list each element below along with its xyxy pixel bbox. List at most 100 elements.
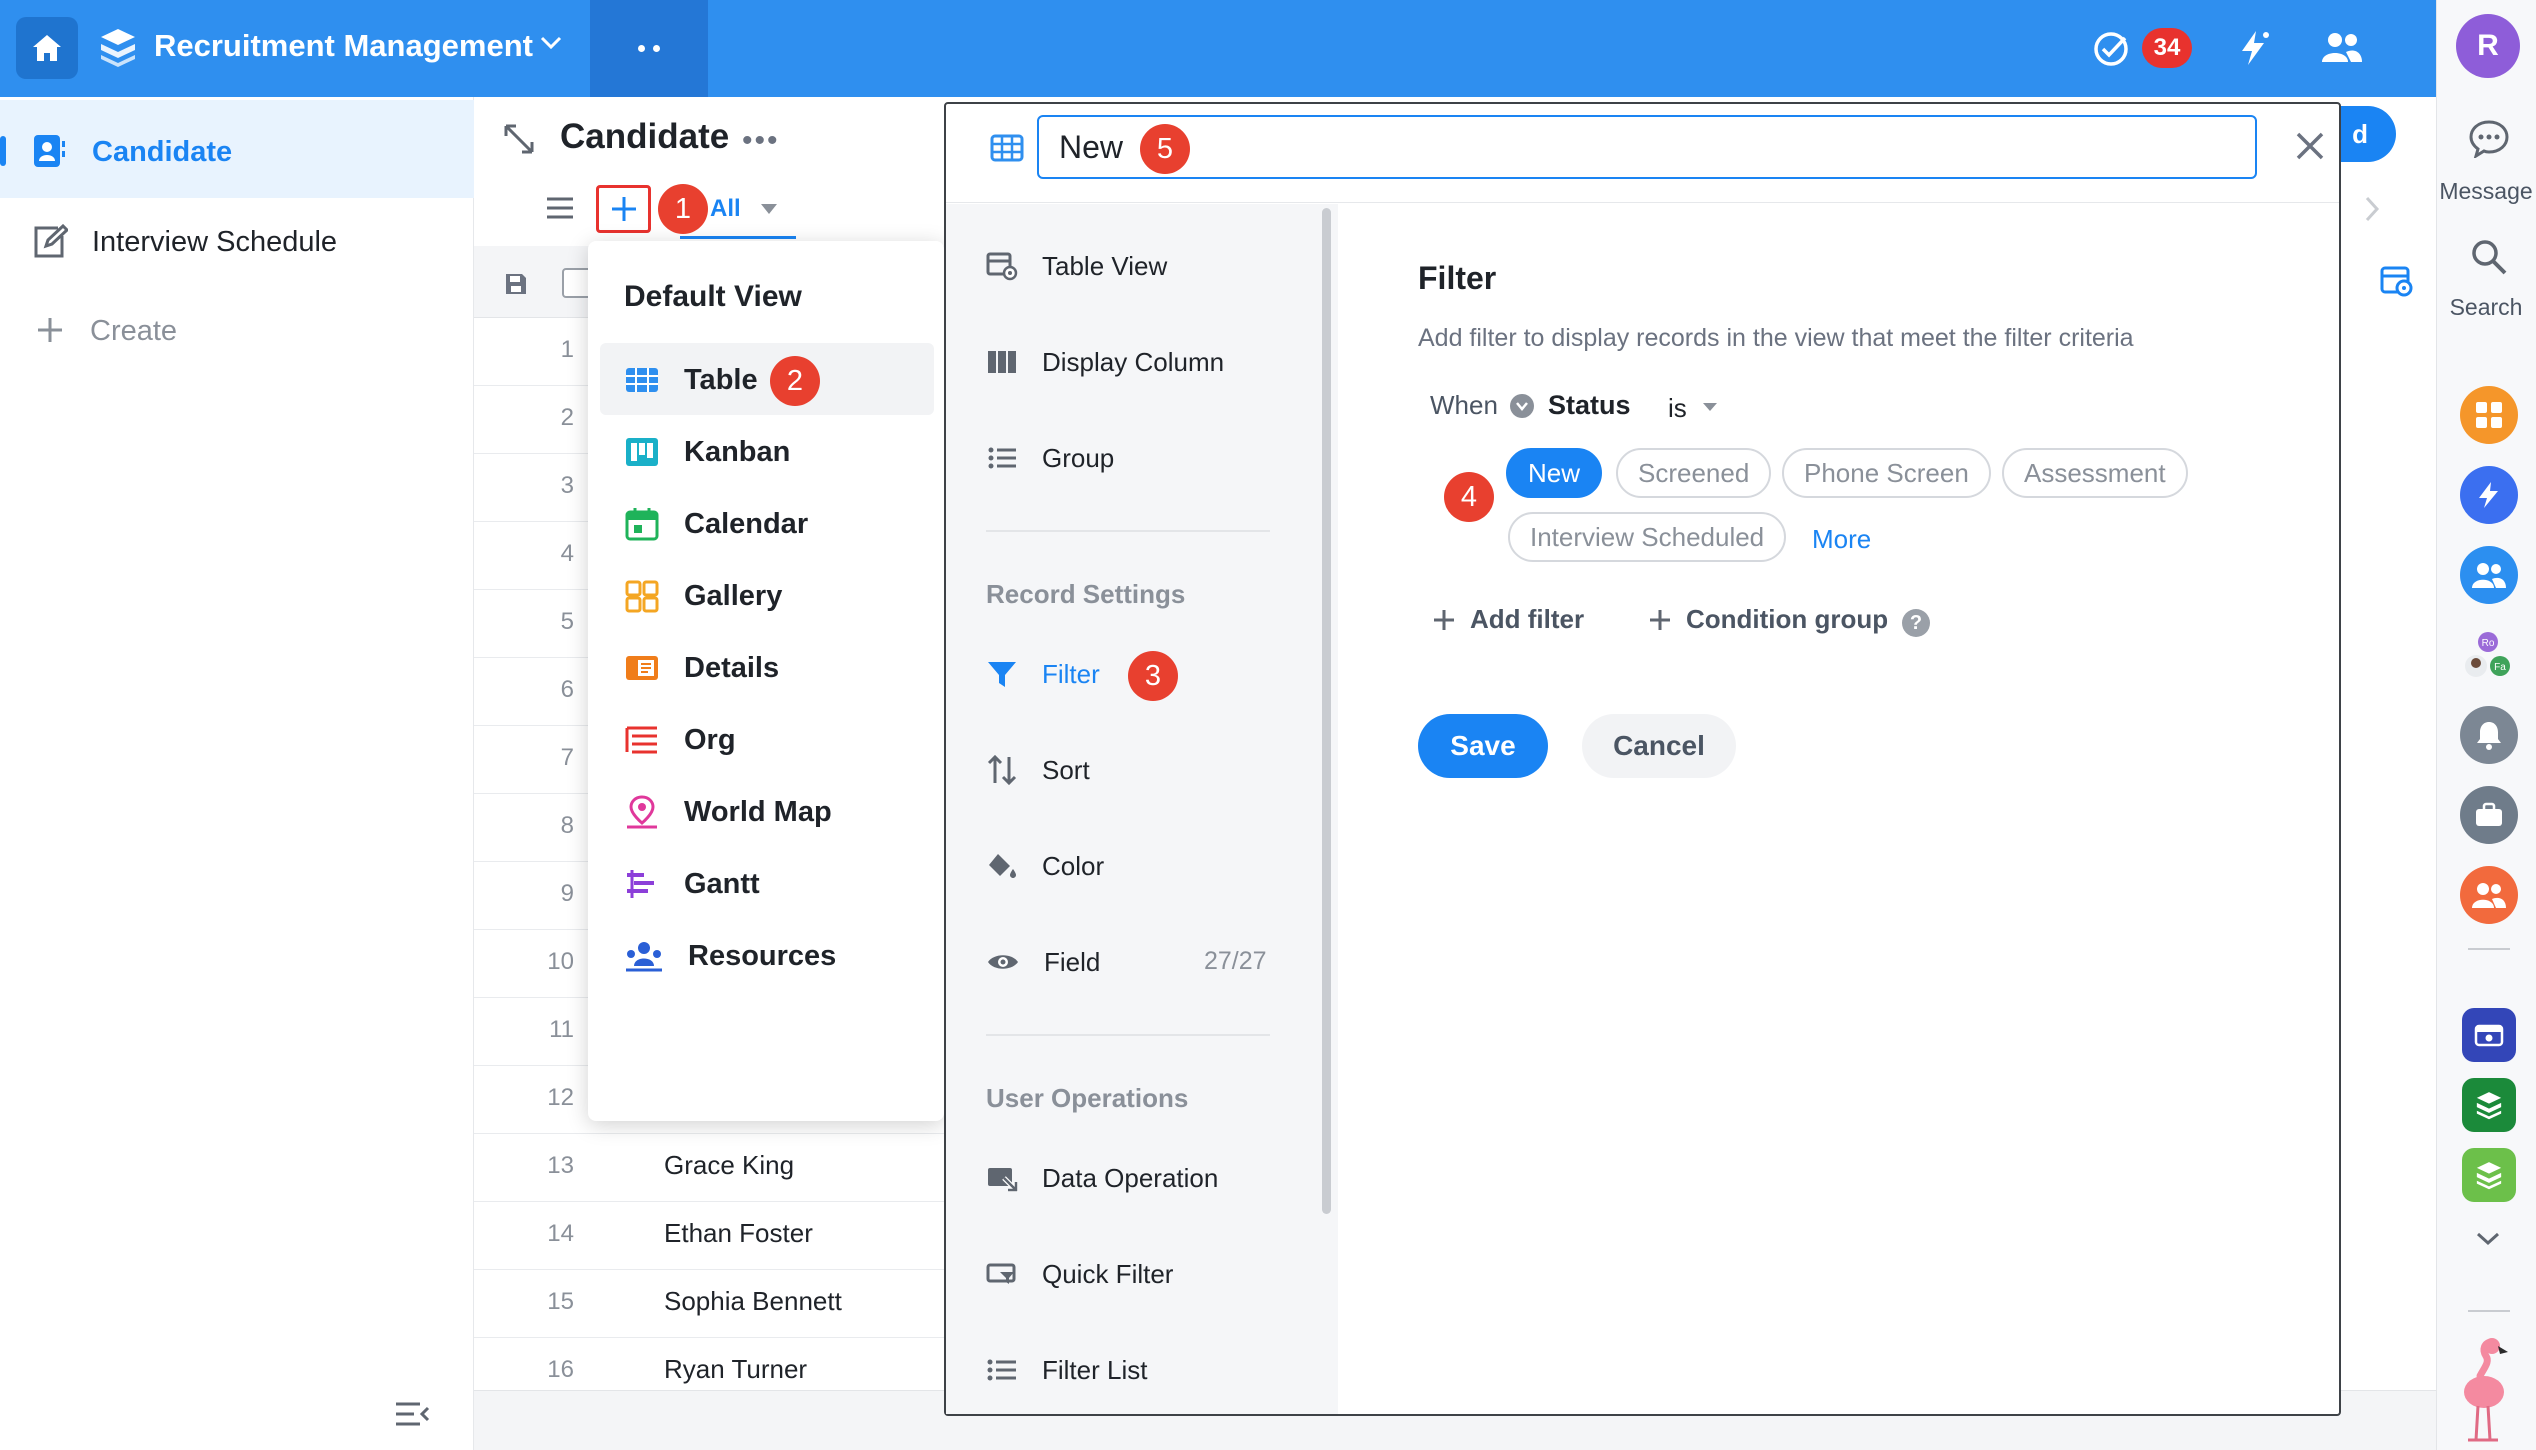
add-view-button[interactable] [596,185,651,233]
view-item-details[interactable]: Details [624,648,779,688]
filter-description: Add filter to display records in the vie… [1418,324,2134,352]
view-item-table[interactable]: Table [624,360,758,400]
row-number: 12 [547,1084,574,1111]
collapse-sidebar-icon[interactable] [394,1400,430,1428]
nav-scrollbar[interactable] [1322,208,1331,1214]
row-number: 15 [547,1288,574,1315]
nav-item-data-operation[interactable]: Data Operation [986,1158,1218,1198]
sidebar-item-create[interactable]: Create [90,315,177,348]
step-marker-1: 1 [658,184,708,234]
plus-icon [1434,609,1454,630]
sidebar-item-interview-schedule[interactable]: Interview Schedule [92,226,337,259]
row-number: 9 [560,880,574,907]
view-name-input[interactable] [1037,115,2257,179]
app-grid-icon[interactable] [2460,386,2518,444]
status-option-phone-screen[interactable]: Phone Screen [1782,448,1991,498]
view-settings-icon[interactable] [2380,264,2414,298]
chevron-down-icon[interactable] [2476,1232,2500,1246]
people-icon[interactable] [2320,30,2364,64]
expand-icon[interactable] [502,122,536,156]
active-indicator [0,136,6,166]
recruitment-app-icon[interactable] [2462,1078,2516,1132]
table-icon [626,368,658,392]
caret-down-icon[interactable] [1702,402,1718,412]
nav-item-sort[interactable]: Sort [986,750,1090,790]
chevron-right-icon[interactable] [2364,196,2380,222]
search-icon[interactable] [2470,238,2508,276]
nav-item-group[interactable]: Group [986,438,1114,478]
message-icon[interactable] [2468,118,2510,158]
layers-app-icon[interactable] [2462,1148,2516,1202]
nav-item-field[interactable]: Field [986,942,1100,982]
tab-all[interactable]: All [710,195,741,223]
view-item-calendar[interactable]: Calendar [624,504,808,544]
edit-icon [32,224,68,260]
view-item-gantt[interactable]: Gantt [624,864,760,904]
row-number: 1 [560,336,574,363]
wallet-app-icon[interactable] [2462,1008,2516,1062]
filter-field[interactable]: Status [1548,390,1631,421]
view-item-kanban[interactable]: Kanban [624,432,790,472]
table-row[interactable]: 15 Sophia Bennett [474,1270,944,1338]
search-label[interactable]: Search [2436,294,2536,321]
filter-operator[interactable]: is [1668,393,1687,424]
more-options-icon[interactable]: ••• [742,124,780,158]
bell-icon[interactable] [2460,706,2518,764]
view-item-resources[interactable]: Resources [624,936,836,976]
candidate-name: Ryan Turner [664,1354,808,1384]
filter-list-icon [987,1359,1016,1381]
flamingo-mascot-icon[interactable] [2458,1336,2520,1444]
save-button[interactable]: Save [1418,714,1548,778]
status-option-screened[interactable]: Screened [1616,448,1772,498]
team-icon[interactable] [2460,866,2518,924]
row-number: 16 [547,1356,574,1383]
nav-item-quick-filter[interactable]: Quick Filter [986,1254,1173,1294]
nav-item-filter-list[interactable]: Filter List [986,1350,1147,1390]
nav-item-display-column[interactable]: Display Column [986,342,1224,382]
table-row[interactable]: 13 Grace King [474,1134,944,1202]
more-apps-button[interactable] [590,0,708,97]
view-item-org[interactable]: Org [624,720,736,760]
todo-check-icon[interactable] [2092,30,2130,68]
field-type-icon [1510,394,1534,418]
sidebar-item-candidate[interactable] [0,100,474,198]
automation-icon[interactable] [2460,466,2518,524]
columns-icon [988,351,1016,373]
app-title[interactable]: Recruitment Management [154,28,533,64]
sidebar-item-label[interactable]: Candidate [92,136,232,169]
nav-item-filter[interactable]: Filter [986,654,1100,694]
briefcase-icon[interactable] [2460,786,2518,844]
lightning-icon[interactable] [2236,29,2272,67]
group-avatars-icon[interactable]: Ro Fa [2462,630,2516,682]
table-icon [990,133,1024,163]
nav-item-table-view[interactable]: Table View [986,246,1167,286]
row-number: 2 [560,404,574,431]
help-icon[interactable]: ? [1902,609,1930,637]
status-option-assessment[interactable]: Assessment [2002,448,2188,498]
table-row[interactable]: 14 Ethan Foster [474,1202,944,1270]
more-options-link[interactable]: More [1812,524,1871,555]
paint-bucket-icon [989,854,1016,878]
view-item-world-map[interactable]: World Map [624,792,832,832]
nav-item-color[interactable]: Color [986,846,1104,886]
chevron-down-icon[interactable] [540,36,562,50]
step-marker-4: 4 [1444,472,1494,522]
save-icon[interactable] [504,272,528,296]
contacts-app-icon[interactable] [2460,546,2518,604]
row-number: 10 [547,948,574,975]
add-filter-button[interactable]: Add filter [1432,604,1584,635]
message-label[interactable]: Message [2436,178,2536,205]
filter-icon [988,662,1016,687]
close-icon[interactable] [2294,130,2326,162]
when-label: When [1430,390,1498,420]
menu-icon[interactable] [545,196,575,220]
caret-down-icon[interactable] [760,203,778,215]
status-option-interview-scheduled[interactable]: Interview Scheduled [1508,512,1787,562]
condition-group-button[interactable]: Condition group [1648,604,1888,635]
avatar[interactable]: R [2456,14,2520,78]
status-option-new[interactable]: New [1506,448,1603,498]
row-number: 8 [560,812,574,839]
home-button[interactable] [16,17,78,79]
cancel-button[interactable]: Cancel [1582,714,1736,778]
view-item-gallery[interactable]: Gallery [624,576,782,616]
